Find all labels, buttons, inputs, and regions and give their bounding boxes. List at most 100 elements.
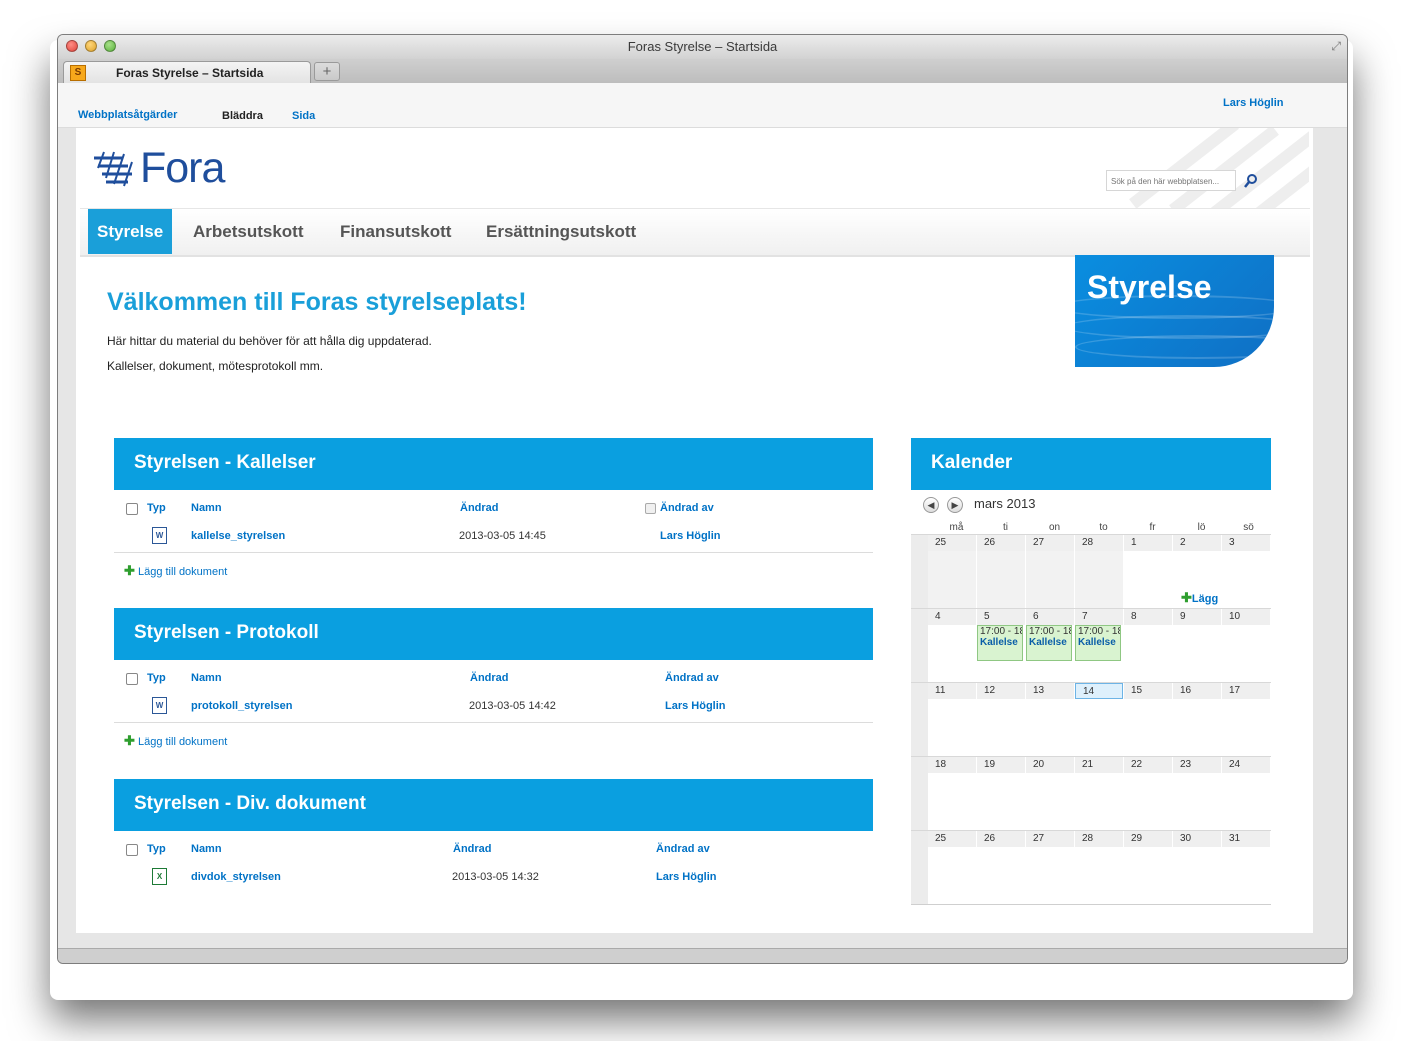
new-tab-button[interactable]: + (314, 62, 340, 81)
calendar-day-number[interactable]: 28 (1075, 831, 1123, 847)
weekday-label: to (1099, 522, 1108, 533)
nav-item-arbetsutskott[interactable]: Arbetsutskott (193, 209, 304, 254)
calendar-day-number[interactable]: 14 (1075, 683, 1123, 699)
select-all-checkbox[interactable] (126, 503, 138, 515)
calendar-day-cell-previous-month[interactable] (928, 551, 976, 608)
calendar-day-number[interactable]: 20 (1026, 757, 1074, 773)
user-menu[interactable]: Lars Höglin (1223, 97, 1284, 109)
calendar-day-cell-previous-month[interactable] (977, 551, 1025, 608)
calendar-event[interactable]: 17:00 - 18:00Kallelse (1075, 625, 1121, 661)
select-all-checkbox[interactable] (126, 673, 138, 685)
calendar-day-number[interactable]: 10 (1222, 609, 1270, 625)
calendar-day-number[interactable]: 25 (928, 535, 976, 551)
column-checkbox[interactable] (645, 503, 656, 514)
calendar-day-number[interactable]: 15 (1124, 683, 1172, 699)
calendar-add-label: Lägg (1191, 593, 1219, 605)
table-row[interactable]: W kallelse_styrelsen 2013-03-05 14:45 La… (114, 522, 873, 550)
column-header-name[interactable]: Namn (191, 843, 222, 855)
calendar-day-number[interactable]: 23 (1173, 757, 1221, 773)
calendar-day-cell-previous-month[interactable] (1075, 551, 1123, 608)
table-row[interactable]: X divdok_styrelsen 2013-03-05 14:32 Lars… (114, 863, 873, 891)
column-header-type[interactable]: Typ (147, 502, 166, 514)
calendar-event[interactable]: 17:00 - 18:00Kallelse (977, 625, 1023, 661)
calendar-day-number[interactable]: 1 (1124, 535, 1172, 551)
nav-item-styrelse[interactable]: Styrelse (88, 209, 173, 254)
search-button[interactable] (1240, 170, 1262, 191)
next-month-button[interactable]: ▶ (947, 497, 963, 513)
calendar-day-number[interactable]: 2 (1173, 535, 1221, 551)
select-all-checkbox[interactable] (126, 844, 138, 856)
calendar-day-number[interactable]: 31 (1222, 831, 1270, 847)
calendar-day-number[interactable]: 22 (1124, 757, 1172, 773)
calendar-day-number[interactable]: 25 (928, 831, 976, 847)
document-changed-by[interactable]: Lars Höglin (656, 871, 717, 883)
calendar-day-number[interactable]: 21 (1075, 757, 1123, 773)
plus-icon: ✚ (1181, 590, 1192, 605)
calendar-day-number[interactable]: 27 (1026, 535, 1074, 551)
calendar-day-number[interactable]: 12 (977, 683, 1025, 699)
horizontal-scrollbar[interactable] (58, 948, 1347, 963)
document-changed-by[interactable]: Lars Höglin (660, 530, 721, 542)
calendar-day-number[interactable]: 24 (1222, 757, 1270, 773)
calendar-day-number[interactable]: 26 (977, 535, 1025, 551)
add-document-link[interactable]: ✚ Lägg till dokument (124, 563, 227, 579)
calendar-day-number[interactable]: 7 (1075, 609, 1123, 625)
calendar-day-number[interactable]: 11 (928, 683, 976, 699)
calendar-day-number[interactable]: 4 (928, 609, 976, 625)
ribbon-tab-browse[interactable]: Bläddra (222, 110, 263, 122)
search-input[interactable] (1107, 174, 1235, 189)
ribbon-tab-page[interactable]: Sida (292, 110, 315, 122)
calendar-day-number[interactable]: 3 (1222, 535, 1270, 551)
document-link[interactable]: protokoll_styrelsen (191, 700, 292, 712)
column-header-name[interactable]: Namn (191, 502, 222, 514)
calendar-day-number[interactable]: 19 (977, 757, 1025, 773)
column-header-changed-by[interactable]: Ändrad av (656, 843, 710, 855)
event-title: Kallelse (1029, 637, 1067, 648)
document-link[interactable]: divdok_styrelsen (191, 871, 281, 883)
browser-tab-label: Foras Styrelse – Startsida (116, 66, 264, 80)
calendar-day-number[interactable]: 30 (1173, 831, 1221, 847)
document-changed: 2013-03-05 14:45 (459, 530, 546, 542)
column-header-changed[interactable]: Ändrad (470, 672, 509, 684)
calendar-week-row: 4517:00 - 18:00Kallelse617:00 - 18:00Kal… (911, 608, 1271, 682)
table-row[interactable]: W protokoll_styrelsen 2013-03-05 14:42 L… (114, 692, 873, 720)
site-actions-menu[interactable]: Webbplatsåtgärder (78, 109, 177, 121)
column-header-changed[interactable]: Ändrad (453, 843, 492, 855)
column-header-changed[interactable]: Ändrad (460, 502, 499, 514)
calendar-day-number[interactable]: 17 (1222, 683, 1270, 699)
column-header-type[interactable]: Typ (147, 843, 166, 855)
fora-logo[interactable]: Fora (92, 144, 232, 192)
calendar-day-number[interactable]: 28 (1075, 535, 1123, 551)
calendar-add-link[interactable]: ✚Lägg (1181, 590, 1218, 606)
column-header-changed-by[interactable]: Ändrad av (660, 502, 714, 514)
event-title: Kallelse (1078, 637, 1116, 648)
nav-item-ersattningsutskott[interactable]: Ersättningsutskott (486, 209, 636, 254)
previous-month-button[interactable]: ◀ (923, 497, 939, 513)
search-box (1106, 170, 1236, 191)
calendar-day-number[interactable]: 29 (1124, 831, 1172, 847)
calendar-day-number[interactable]: 8 (1124, 609, 1172, 625)
intro-line-2: Kallelser, dokument, mötesprotokoll mm. (107, 359, 324, 373)
calendar-day-number[interactable]: 9 (1173, 609, 1221, 625)
page-content: Fora Styrelse Arbetsutskott Finansutskot… (76, 128, 1313, 933)
column-header-name[interactable]: Namn (191, 672, 222, 684)
add-document-link[interactable]: ✚ Lägg till dokument (124, 733, 227, 749)
browser-tab[interactable]: S Foras Styrelse – Startsida (63, 61, 311, 83)
calendar-day-number[interactable]: 6 (1026, 609, 1074, 625)
column-header-changed-by[interactable]: Ändrad av (665, 672, 719, 684)
calendar-day-number[interactable]: 16 (1173, 683, 1221, 699)
document-link[interactable]: kallelse_styrelsen (191, 530, 285, 542)
title-bar: Foras Styrelse – Startsida ⤢ (58, 35, 1347, 59)
nav-item-finansutskott[interactable]: Finansutskott (340, 209, 451, 254)
column-header-type[interactable]: Typ (147, 672, 166, 684)
calendar-day-number[interactable]: 26 (977, 831, 1025, 847)
calendar-day-number[interactable]: 27 (1026, 831, 1074, 847)
weekday-label: sö (1243, 522, 1254, 533)
document-changed-by[interactable]: Lars Höglin (665, 700, 726, 712)
calendar-day-cell-previous-month[interactable] (1026, 551, 1074, 608)
calendar-day-number[interactable]: 5 (977, 609, 1025, 625)
calendar-day-number[interactable]: 13 (1026, 683, 1074, 699)
fullscreen-icon[interactable]: ⤢ (1331, 39, 1341, 54)
calendar-event[interactable]: 17:00 - 18:00Kallelse (1026, 625, 1072, 661)
calendar-day-number[interactable]: 18 (928, 757, 976, 773)
